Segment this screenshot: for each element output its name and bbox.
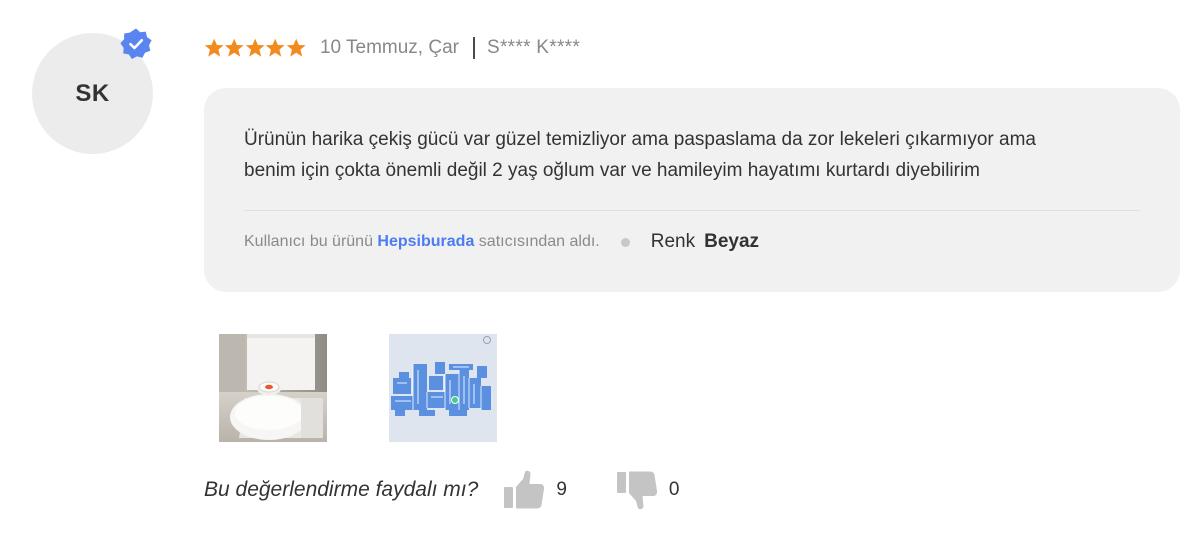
helpful-section: Bu değerlendirme faydalı mı? 9 0 (204, 470, 679, 510)
star-icon (286, 38, 306, 57)
star-icon (204, 38, 224, 57)
comment-divider (244, 210, 1140, 211)
star-icon (245, 38, 265, 57)
dislike-count: 0 (668, 479, 680, 500)
verified-badge-icon (120, 28, 152, 59)
review-comment-line-2: benim için çokta önemli değil 2 yaş oğlu… (244, 160, 981, 181)
review-card: SK 10 Temmuz, Çar S**** K**** Ürünün har… (0, 0, 1200, 557)
purchase-suffix: satıcısından aldı. (474, 233, 600, 250)
purchase-prefix: Kullanıcı bu ürünü (244, 233, 378, 250)
star-rating (204, 38, 306, 58)
reviewer-name: S**** K**** (486, 37, 581, 58)
like-count: 9 (556, 479, 567, 500)
review-comment: Ürünün harika çekiş gücü var güzel temiz… (244, 124, 1144, 186)
purchase-info: Kullanıcı bu ürünü Hepsiburada satıcısın… (244, 230, 759, 254)
like-button[interactable]: 9 (502, 470, 567, 510)
helpful-question: Bu değerlendirme faydalı mı? (204, 478, 479, 501)
review-date: 10 Temmuz, Çar (319, 37, 459, 58)
store-link[interactable]: Hepsiburada (377, 233, 474, 251)
cleaning-map-photo (389, 334, 497, 442)
comment-bubble: Ürünün harika çekiş gücü var güzel temiz… (204, 88, 1180, 292)
star-icon (225, 38, 244, 57)
info-separator-dot (620, 237, 630, 247)
avatar-initials: SK (75, 79, 110, 107)
header-separator (472, 37, 475, 59)
review-photo-cleaning-map[interactable] (389, 334, 497, 442)
review-header: 10 Temmuz, Çar S**** K**** (204, 34, 580, 62)
thumbs-down-icon (616, 471, 657, 510)
review-photo-robot-vacuum[interactable] (219, 334, 327, 442)
review-comment-line-1: Ürünün harika çekiş gücü var güzel temiz… (244, 129, 1036, 150)
dislike-button[interactable]: 0 (615, 470, 680, 510)
thumbs-up-icon (504, 470, 545, 509)
variant-value: Beyaz (704, 231, 760, 252)
star-icon (265, 38, 285, 57)
variant-label: Renk (650, 231, 696, 252)
robot-vacuum-photo (219, 334, 327, 442)
